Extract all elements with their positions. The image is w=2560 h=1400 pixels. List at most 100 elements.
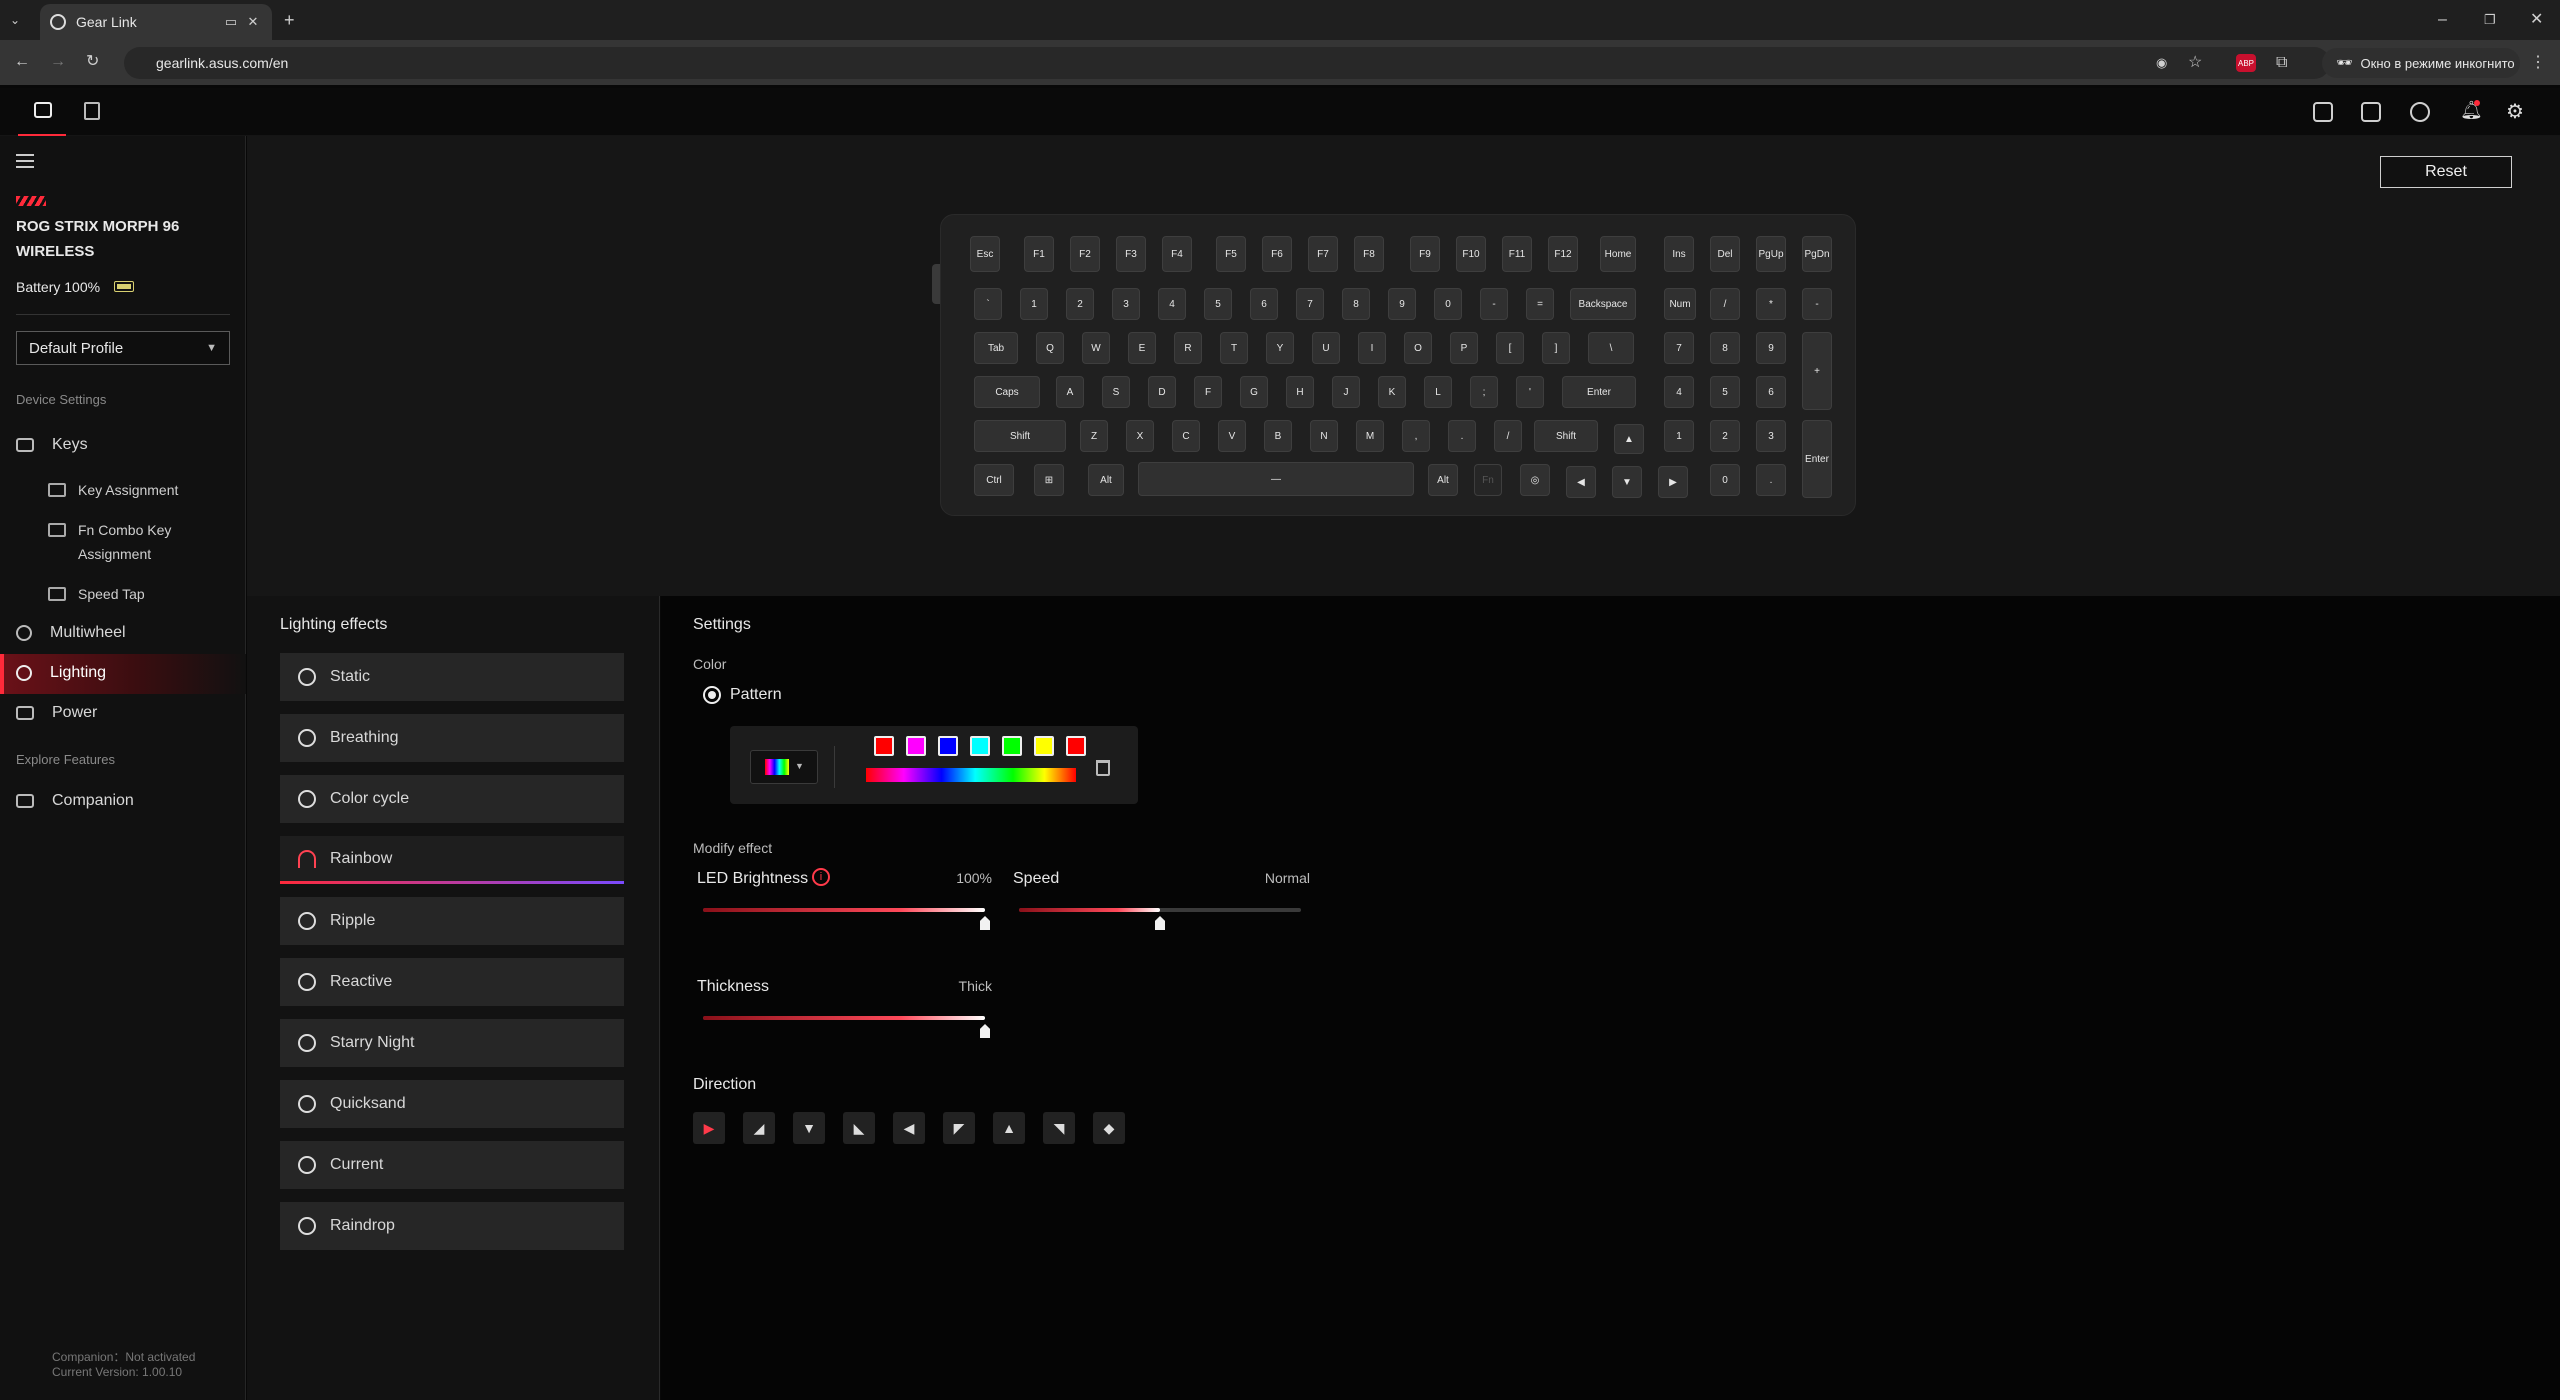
key[interactable]: .: [1448, 420, 1476, 452]
key[interactable]: PgDn: [1802, 236, 1832, 272]
sidebar-item-power[interactable]: Power: [0, 695, 246, 731]
close-tab-icon[interactable]: ✕: [244, 14, 262, 30]
key[interactable]: Y: [1266, 332, 1294, 364]
effect-ripple[interactable]: Ripple: [280, 897, 624, 945]
key[interactable]: F5: [1216, 236, 1246, 272]
key[interactable]: \: [1588, 332, 1634, 364]
effect-raindrop[interactable]: Raindrop: [280, 1202, 624, 1250]
key[interactable]: 6: [1250, 288, 1278, 320]
incognito-indicator[interactable]: 🕶 Окно в режиме инкогнито: [2322, 48, 2520, 78]
store-icon[interactable]: [84, 102, 100, 120]
media-icon[interactable]: ▭: [222, 14, 240, 30]
key[interactable]: I: [1358, 332, 1386, 364]
pattern-preset-dropdown[interactable]: ▼: [750, 750, 818, 784]
sidebar-item-fn-combo[interactable]: Fn Combo Key Assignment: [48, 518, 188, 566]
effect-breathing[interactable]: Breathing: [280, 714, 624, 762]
direction-down-left-icon[interactable]: ◣: [843, 1112, 875, 1144]
key[interactable]: R: [1174, 332, 1202, 364]
key[interactable]: ,: [1402, 420, 1430, 452]
key[interactable]: W: [1082, 332, 1110, 364]
key[interactable]: Shift: [974, 420, 1066, 452]
key[interactable]: /: [1494, 420, 1522, 452]
key[interactable]: F11: [1502, 236, 1532, 272]
sidebar-item-key-assignment[interactable]: Key Assignment: [48, 478, 238, 502]
key[interactable]: Ctrl: [974, 464, 1014, 496]
key[interactable]: +: [1802, 332, 1832, 410]
key[interactable]: G: [1240, 376, 1268, 408]
color-stop[interactable]: [874, 736, 894, 756]
key[interactable]: 4: [1664, 376, 1694, 408]
forward-icon[interactable]: →: [50, 54, 66, 70]
key[interactable]: Ins: [1664, 236, 1694, 272]
direction-up-icon[interactable]: ▲: [993, 1112, 1025, 1144]
key[interactable]: -: [1480, 288, 1508, 320]
key[interactable]: Caps: [974, 376, 1040, 408]
key[interactable]: 9: [1388, 288, 1416, 320]
color-stop[interactable]: [1002, 736, 1022, 756]
key[interactable]: H: [1286, 376, 1314, 408]
key[interactable]: Enter: [1802, 420, 1832, 498]
effect-starry-night[interactable]: Starry Night: [280, 1019, 624, 1067]
speed-slider[interactable]: [1019, 908, 1301, 930]
bookmark-star-icon[interactable]: ☆: [2188, 55, 2202, 71]
effect-reactive[interactable]: Reactive: [280, 958, 624, 1006]
pattern-gradient-bar[interactable]: [866, 768, 1076, 782]
effect-static[interactable]: Static: [280, 653, 624, 701]
color-stop[interactable]: [1034, 736, 1054, 756]
key[interactable]: X: [1126, 420, 1154, 452]
key[interactable]: F3: [1116, 236, 1146, 272]
profile-dropdown[interactable]: Default Profile ▼: [16, 331, 230, 365]
key[interactable]: 0: [1710, 464, 1740, 496]
key[interactable]: *: [1756, 288, 1786, 320]
key[interactable]: 9: [1756, 332, 1786, 364]
key[interactable]: K: [1378, 376, 1406, 408]
color-stop[interactable]: [906, 736, 926, 756]
key[interactable]: 3: [1112, 288, 1140, 320]
key[interactable]: 6: [1756, 376, 1786, 408]
sync-icon[interactable]: [2410, 102, 2430, 122]
key[interactable]: 5: [1204, 288, 1232, 320]
effect-current[interactable]: Current: [280, 1141, 624, 1189]
adblock-icon[interactable]: ABP: [2236, 54, 2256, 72]
key[interactable]: PgUp: [1756, 236, 1786, 272]
key[interactable]: Enter: [1562, 376, 1636, 408]
key[interactable]: F12: [1548, 236, 1578, 272]
sidebar-item-lighting[interactable]: Lighting: [0, 655, 246, 691]
key[interactable]: Home: [1600, 236, 1636, 272]
key[interactable]: 7: [1296, 288, 1324, 320]
key[interactable]: T: [1220, 332, 1248, 364]
tracking-eye-icon[interactable]: ◉: [2156, 55, 2167, 71]
sidebar-item-speed-tap[interactable]: Speed Tap: [48, 582, 238, 606]
tab-search-icon[interactable]: ⌄: [10, 12, 20, 28]
pattern-radio[interactable]: [703, 686, 721, 704]
omnibox[interactable]: gearlink.asus.com/en: [124, 47, 2330, 79]
key[interactable]: Del: [1710, 236, 1740, 272]
effect-quicksand[interactable]: Quicksand: [280, 1080, 624, 1128]
key[interactable]: U: [1312, 332, 1340, 364]
extensions-icon[interactable]: ⧉: [2276, 55, 2287, 71]
thickness-slider[interactable]: [703, 1016, 990, 1038]
key[interactable]: F9: [1410, 236, 1440, 272]
key[interactable]: N: [1310, 420, 1338, 452]
direction-right-icon[interactable]: ▶: [693, 1112, 725, 1144]
effect-color-cycle[interactable]: Color cycle: [280, 775, 624, 823]
key[interactable]: O: [1404, 332, 1432, 364]
key[interactable]: 2: [1066, 288, 1094, 320]
key[interactable]: V: [1218, 420, 1246, 452]
reset-button[interactable]: Reset: [2380, 156, 2512, 188]
reload-icon[interactable]: ↻: [86, 54, 99, 70]
key[interactable]: M: [1356, 420, 1384, 452]
direction-up-right-icon[interactable]: ◥: [1043, 1112, 1075, 1144]
key[interactable]: Backspace: [1570, 288, 1636, 320]
key[interactable]: Fn: [1474, 464, 1502, 496]
gallery-icon[interactable]: [2361, 102, 2381, 122]
key[interactable]: C: [1172, 420, 1200, 452]
key[interactable]: J: [1332, 376, 1360, 408]
key[interactable]: 1: [1020, 288, 1048, 320]
key[interactable]: `: [974, 288, 1002, 320]
key[interactable]: F7: [1308, 236, 1338, 272]
back-icon[interactable]: ←: [14, 54, 30, 70]
key[interactable]: 4: [1158, 288, 1186, 320]
browser-tab[interactable]: Gear Link ▭ ✕: [40, 4, 272, 40]
sidebar-item-keys[interactable]: Keys: [0, 427, 246, 463]
